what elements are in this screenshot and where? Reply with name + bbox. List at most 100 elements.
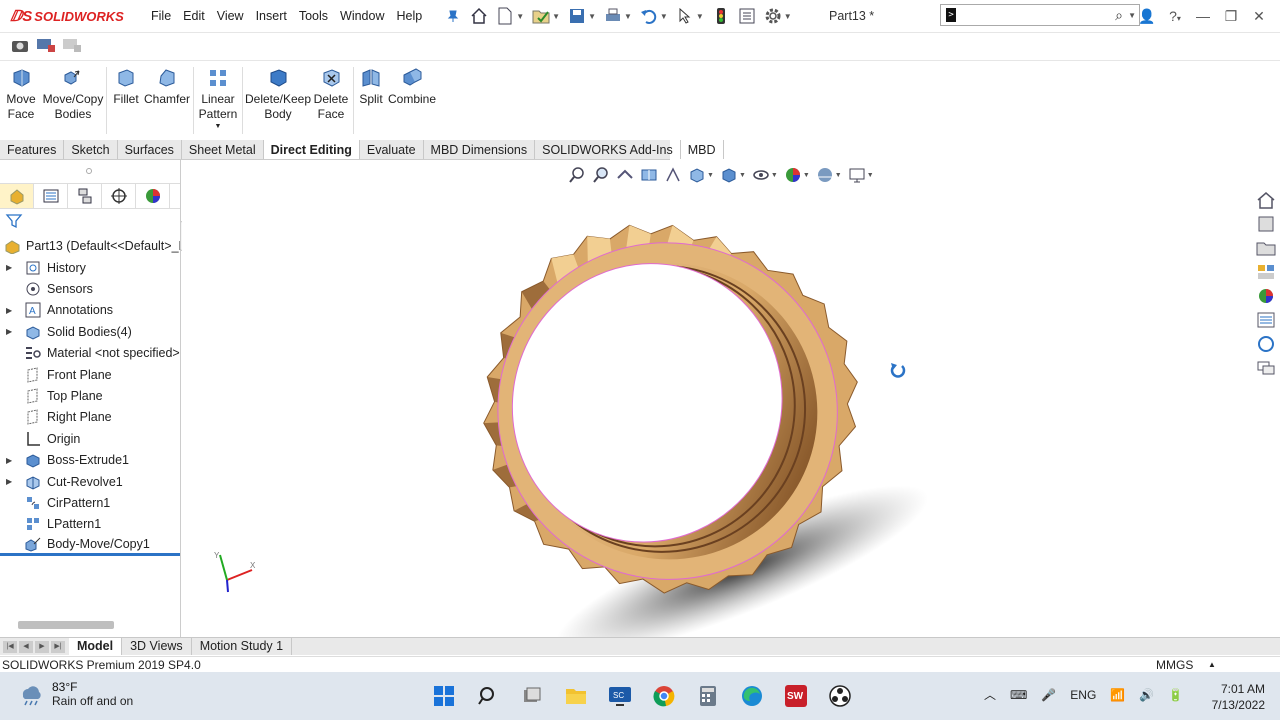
open-icon[interactable] — [532, 7, 550, 25]
search-input[interactable] — [960, 6, 1116, 24]
custom-properties-icon[interactable] — [1255, 310, 1277, 330]
tab-motion-study[interactable]: Motion Study 1 — [192, 638, 293, 655]
feature-manager-tab-icon[interactable] — [0, 184, 34, 208]
configuration-manager-tab-icon[interactable] — [68, 184, 102, 208]
pin-icon[interactable] — [444, 7, 462, 25]
combine-button[interactable]: Combine — [386, 61, 438, 140]
tree-item-front-plane[interactable]: Front Plane — [0, 364, 180, 385]
wifi-icon[interactable]: 📶 — [1110, 688, 1125, 702]
minimize-icon[interactable]: — — [1192, 8, 1214, 24]
tree-item-right-plane[interactable]: Right Plane — [0, 407, 180, 428]
tree-item-boss-extrude1[interactable]: ▶ Boss-Extrude1 — [0, 450, 180, 471]
tree-item-cirpattern1[interactable]: CirPattern1 — [0, 492, 180, 513]
microphone-icon[interactable]: 🎤 — [1041, 688, 1056, 702]
tab-surfaces[interactable]: Surfaces — [118, 140, 182, 159]
tab-sheet-metal[interactable]: Sheet Metal — [182, 140, 264, 159]
clock[interactable]: 7:01 AM 7/13/2022 — [1205, 681, 1265, 713]
linear-pattern-button[interactable]: Linear Pattern ▼ — [196, 61, 240, 140]
search-box[interactable]: > ⌕ ▼ — [940, 4, 1140, 26]
fillet-button[interactable]: Fillet — [109, 61, 143, 140]
menu-tools[interactable]: Tools — [293, 9, 334, 23]
tab-solidworks-add-ins[interactable]: SOLIDWORKS Add-Ins — [535, 140, 681, 159]
last-tab-icon[interactable]: ▶| — [51, 640, 65, 653]
solidworks-resources-icon[interactable] — [1255, 190, 1277, 210]
unit-system-selector[interactable]: MMGS — [1156, 657, 1193, 673]
delete-keep-body-button[interactable]: Delete/Keep Body — [245, 61, 311, 140]
screencast-icon[interactable]: SC — [604, 680, 636, 712]
tree-item-top-plane[interactable]: Top Plane — [0, 385, 180, 406]
unit-dropdown-icon[interactable]: ▲ — [1208, 657, 1216, 673]
search-icon[interactable]: ⌕ — [1115, 7, 1128, 24]
start-icon[interactable] — [428, 680, 460, 712]
3d-community-icon[interactable] — [1255, 358, 1277, 378]
weather-widget[interactable]: 83°F Rain off and on — [18, 680, 133, 708]
tree-item-history[interactable]: ▶ History — [0, 257, 180, 278]
menu-file[interactable]: File — [145, 9, 177, 23]
menu-view[interactable]: View — [211, 9, 250, 23]
language-indicator[interactable]: ENG — [1070, 688, 1096, 702]
tree-item-annotations[interactable]: ▶ A Annotations — [0, 300, 180, 321]
knurled-ring-model[interactable]: X Y — [182, 160, 1252, 637]
tab-3d-views[interactable]: 3D Views — [122, 638, 192, 655]
file-explorer-icon[interactable] — [1255, 238, 1277, 258]
tree-item-sensors[interactable]: Sensors — [0, 278, 180, 299]
design-library-icon[interactable] — [1255, 214, 1277, 234]
show-hidden-icons-icon[interactable]: ︿ — [984, 686, 996, 703]
dimxpert-manager-tab-icon[interactable] — [102, 184, 136, 208]
tab-mbd[interactable]: MBD — [681, 140, 724, 159]
menu-edit[interactable]: Edit — [177, 9, 211, 23]
tab-direct-editing[interactable]: Direct Editing — [263, 140, 360, 159]
save-icon[interactable] — [568, 7, 586, 25]
expand-arrow-icon[interactable]: ▶ — [6, 263, 18, 272]
print-icon[interactable] — [604, 7, 622, 25]
tab-sketch[interactable]: Sketch — [64, 140, 118, 159]
new-document-icon[interactable] — [496, 7, 514, 25]
horizontal-scrollbar[interactable] — [18, 621, 114, 629]
help-icon[interactable]: ?▾ — [1164, 8, 1186, 24]
select-icon[interactable] — [676, 7, 694, 25]
battery-icon[interactable]: 🔋 — [1168, 688, 1183, 702]
screen-capture-icon[interactable] — [36, 36, 56, 57]
expand-arrow-icon[interactable]: ▶ — [6, 327, 18, 336]
tree-item-material[interactable]: Material <not specified> — [0, 343, 180, 364]
next-tab-icon[interactable]: ▶ — [35, 640, 49, 653]
view-palette-icon[interactable] — [1255, 262, 1277, 282]
volume-icon[interactable]: 🔊 — [1139, 688, 1154, 702]
expand-arrow-icon[interactable]: ▶ — [6, 306, 18, 315]
solidworks-taskbar-icon[interactable]: SW — [780, 680, 812, 712]
task-view-icon[interactable] — [516, 680, 548, 712]
filter-icon[interactable] — [5, 212, 23, 233]
tab-features[interactable]: Features — [0, 140, 65, 159]
edge-icon[interactable] — [736, 680, 768, 712]
move-copy-bodies-button[interactable]: Move/Copy Bodies — [42, 61, 104, 140]
move-face-button[interactable]: Move Face — [0, 61, 42, 140]
appearances-icon[interactable] — [1255, 286, 1277, 306]
record-icon[interactable] — [62, 36, 82, 57]
menu-window[interactable]: Window — [334, 9, 390, 23]
chrome-icon[interactable] — [648, 680, 680, 712]
tree-root-part[interactable]: Part13 (Default<<Default>_D — [4, 238, 188, 254]
rebuild-icon[interactable] — [712, 7, 730, 25]
file-properties-icon[interactable] — [738, 7, 756, 25]
first-tab-icon[interactable]: |◀ — [3, 640, 17, 653]
prev-tab-icon[interactable]: ◀ — [19, 640, 33, 653]
panel-collapse-handle[interactable] — [86, 168, 92, 174]
tree-item-lpattern1[interactable]: LPattern1 — [0, 514, 180, 535]
expand-arrow-icon[interactable]: ▶ — [6, 477, 18, 486]
search-taskbar-icon[interactable] — [472, 680, 504, 712]
menu-help[interactable]: Help — [391, 9, 429, 23]
menu-insert[interactable]: Insert — [250, 9, 293, 23]
delete-face-button[interactable]: Delete Face — [311, 61, 351, 140]
keyboard-icon[interactable]: ⌨ — [1010, 688, 1027, 702]
expand-arrow-icon[interactable]: ▶ — [6, 456, 18, 465]
obs-icon[interactable] — [824, 680, 856, 712]
chamfer-button[interactable]: Chamfer — [143, 61, 191, 140]
user-icon[interactable]: 👤 — [1136, 8, 1158, 25]
solidworks-forum-icon[interactable] — [1255, 334, 1277, 354]
tree-item-body-move-copy1[interactable]: Body-Move/Copy1 — [0, 535, 180, 557]
undo-icon[interactable] — [640, 7, 658, 25]
search-dropdown-icon[interactable]: ▼ — [1128, 11, 1136, 20]
home-icon[interactable] — [470, 7, 488, 25]
calculator-icon[interactable] — [692, 680, 724, 712]
tab-evaluate[interactable]: Evaluate — [360, 140, 424, 159]
